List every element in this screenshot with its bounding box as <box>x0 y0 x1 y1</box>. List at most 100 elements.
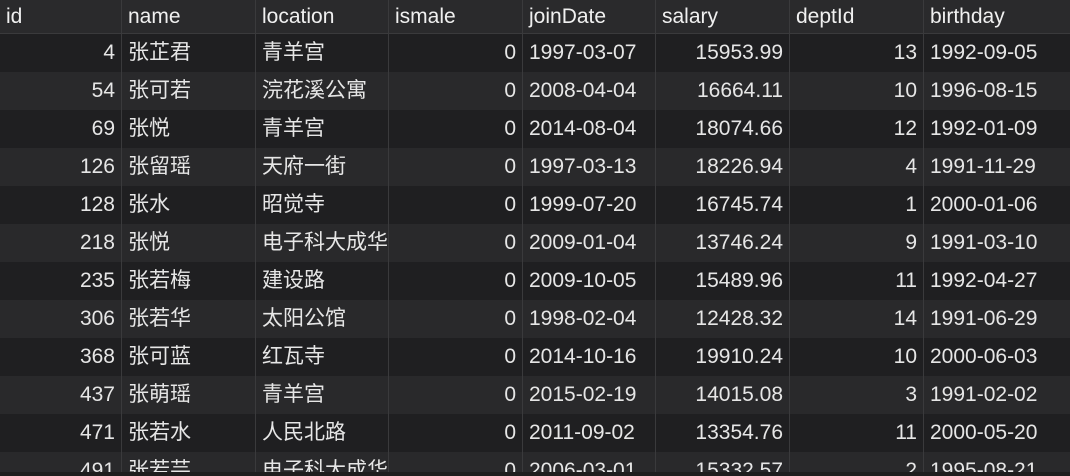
column-header-deptid[interactable]: deptId <box>790 0 924 33</box>
column-header-salary[interactable]: salary <box>656 0 790 33</box>
column-header-name[interactable]: name <box>122 0 256 33</box>
cell-salary[interactable]: 14015.08 <box>656 376 790 414</box>
table-row[interactable]: 235 张若梅 建设路 0 2009-10-05 15489.96 11 1992-04-27 <box>0 262 1070 300</box>
cell-ismale[interactable]: 0 <box>389 414 523 452</box>
cell-name[interactable]: 张水 <box>122 186 256 224</box>
table-row[interactable]: 4 张芷君 青羊宫 0 1997-03-07 15953.99 13 1992-09-05 <box>0 34 1070 72</box>
cell-salary[interactable]: 13354.76 <box>656 414 790 452</box>
cell-id[interactable]: 437 <box>0 376 122 414</box>
cell-birthday[interactable]: 1995-08-21 <box>924 452 1070 472</box>
cell-name[interactable]: 张留瑶 <box>122 148 256 186</box>
cell-location[interactable]: 青羊宫 <box>256 34 389 72</box>
cell-birthday[interactable]: 1991-11-29 <box>924 148 1070 186</box>
cell-ismale[interactable]: 0 <box>389 148 523 186</box>
cell-deptid[interactable]: 9 <box>790 224 924 262</box>
column-header-location[interactable]: location <box>256 0 389 33</box>
column-header-ismale[interactable]: ismale <box>389 0 523 33</box>
cell-ismale[interactable]: 0 <box>389 224 523 262</box>
cell-birthday[interactable]: 2000-05-20 <box>924 414 1070 452</box>
cell-id[interactable]: 491 <box>0 452 122 472</box>
cell-joindate[interactable]: 2008-04-04 <box>523 72 656 110</box>
cell-ismale[interactable]: 0 <box>389 34 523 72</box>
cell-birthday[interactable]: 2000-01-06 <box>924 186 1070 224</box>
table-row[interactable]: 69 张悦 青羊宫 0 2014-08-04 18074.66 12 1992-01-09 <box>0 110 1070 148</box>
cell-location[interactable]: 人民北路 <box>256 414 389 452</box>
column-header-id[interactable]: id <box>0 0 122 33</box>
table-row[interactable]: 437 张萌瑶 青羊宫 0 2015-02-19 14015.08 3 1991-02-02 <box>0 376 1070 414</box>
cell-salary[interactable]: 16745.74 <box>656 186 790 224</box>
result-grid[interactable]: id name location ismale joinDate salary … <box>0 0 1070 472</box>
cell-name[interactable]: 张若水 <box>122 414 256 452</box>
cell-deptid[interactable]: 10 <box>790 338 924 376</box>
cell-salary[interactable]: 13746.24 <box>656 224 790 262</box>
cell-location[interactable]: 青羊宫 <box>256 376 389 414</box>
cell-birthday[interactable]: 2000-06-03 <box>924 338 1070 376</box>
cell-location[interactable]: 昭觉寺 <box>256 186 389 224</box>
cell-location[interactable]: 天府一街 <box>256 148 389 186</box>
cell-id[interactable]: 4 <box>0 34 122 72</box>
cell-salary[interactable]: 16664.11 <box>656 72 790 110</box>
cell-name[interactable]: 张悦 <box>122 110 256 148</box>
cell-ismale[interactable]: 0 <box>389 186 523 224</box>
cell-joindate[interactable]: 1997-03-13 <box>523 148 656 186</box>
cell-deptid[interactable]: 11 <box>790 262 924 300</box>
cell-ismale[interactable]: 0 <box>389 338 523 376</box>
column-header-birthday[interactable]: birthday <box>924 0 1070 33</box>
cell-id[interactable]: 471 <box>0 414 122 452</box>
cell-ismale[interactable]: 0 <box>389 110 523 148</box>
table-row[interactable]: 491 张若芸 电子科大成华 0 2006-03-01 15332.57 2 1995-08-… <box>0 452 1070 472</box>
cell-joindate[interactable]: 2009-01-04 <box>523 224 656 262</box>
cell-deptid[interactable]: 14 <box>790 300 924 338</box>
table-row[interactable]: 306 张若华 太阳公馆 0 1998-02-04 12428.32 14 1991-06-2… <box>0 300 1070 338</box>
cell-joindate[interactable]: 2011-09-02 <box>523 414 656 452</box>
cell-name[interactable]: 张若梅 <box>122 262 256 300</box>
cell-joindate[interactable]: 2006-03-01 <box>523 452 656 472</box>
cell-salary[interactable]: 15332.57 <box>656 452 790 472</box>
cell-id[interactable]: 218 <box>0 224 122 262</box>
table-row[interactable]: 128 张水 昭觉寺 0 1999-07-20 16745.74 1 2000-01-06 <box>0 186 1070 224</box>
cell-location[interactable]: 建设路 <box>256 262 389 300</box>
cell-id[interactable]: 235 <box>0 262 122 300</box>
cell-location[interactable]: 太阳公馆 <box>256 300 389 338</box>
cell-salary[interactable]: 18074.66 <box>656 110 790 148</box>
table-row[interactable]: 368 张可蓝 红瓦寺 0 2014-10-16 19910.24 10 2000-06-03 <box>0 338 1070 376</box>
cell-birthday[interactable]: 1992-09-05 <box>924 34 1070 72</box>
cell-birthday[interactable]: 1992-01-09 <box>924 110 1070 148</box>
cell-salary[interactable]: 15489.96 <box>656 262 790 300</box>
cell-id[interactable]: 126 <box>0 148 122 186</box>
cell-location[interactable]: 红瓦寺 <box>256 338 389 376</box>
cell-salary[interactable]: 18226.94 <box>656 148 790 186</box>
cell-deptid[interactable]: 12 <box>790 110 924 148</box>
cell-ismale[interactable]: 0 <box>389 72 523 110</box>
cell-ismale[interactable]: 0 <box>389 452 523 472</box>
cell-birthday[interactable]: 1991-02-02 <box>924 376 1070 414</box>
cell-joindate[interactable]: 2009-10-05 <box>523 262 656 300</box>
cell-joindate[interactable]: 1999-07-20 <box>523 186 656 224</box>
cell-name[interactable]: 张芷君 <box>122 34 256 72</box>
column-header-joindate[interactable]: joinDate <box>523 0 656 33</box>
cell-deptid[interactable]: 10 <box>790 72 924 110</box>
cell-deptid[interactable]: 13 <box>790 34 924 72</box>
cell-id[interactable]: 128 <box>0 186 122 224</box>
cell-birthday[interactable]: 1992-04-27 <box>924 262 1070 300</box>
cell-deptid[interactable]: 11 <box>790 414 924 452</box>
cell-salary[interactable]: 12428.32 <box>656 300 790 338</box>
cell-id[interactable]: 69 <box>0 110 122 148</box>
cell-id[interactable]: 368 <box>0 338 122 376</box>
cell-ismale[interactable]: 0 <box>389 300 523 338</box>
table-row[interactable]: 126 张留瑶 天府一街 0 1997-03-13 18226.94 4 1991-11-29 <box>0 148 1070 186</box>
cell-birthday[interactable]: 1991-03-10 <box>924 224 1070 262</box>
cell-ismale[interactable]: 0 <box>389 262 523 300</box>
cell-name[interactable]: 张悦 <box>122 224 256 262</box>
table-row[interactable]: 471 张若水 人民北路 0 2011-09-02 13354.76 11 2000-05-2… <box>0 414 1070 452</box>
cell-name[interactable]: 张若华 <box>122 300 256 338</box>
cell-deptid[interactable]: 1 <box>790 186 924 224</box>
cell-id[interactable]: 306 <box>0 300 122 338</box>
cell-deptid[interactable]: 4 <box>790 148 924 186</box>
cell-joindate[interactable]: 2014-10-16 <box>523 338 656 376</box>
cell-id[interactable]: 54 <box>0 72 122 110</box>
cell-joindate[interactable]: 2015-02-19 <box>523 376 656 414</box>
cell-location[interactable]: 电子科大成华 <box>256 224 389 262</box>
cell-salary[interactable]: 19910.24 <box>656 338 790 376</box>
cell-birthday[interactable]: 1996-08-15 <box>924 72 1070 110</box>
